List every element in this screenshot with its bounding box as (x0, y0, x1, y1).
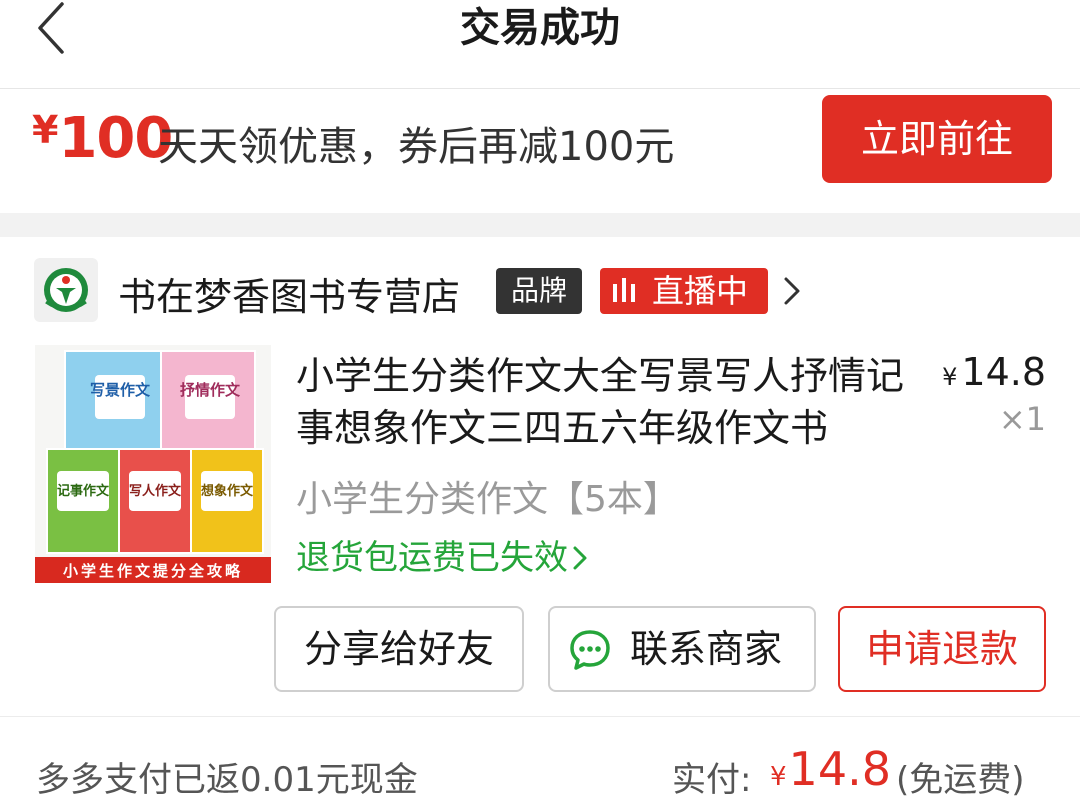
divider (0, 716, 1080, 717)
promo-currency: ¥ (32, 108, 59, 152)
refund-shipping-notice[interactable]: 退货包运费已失效 (296, 530, 588, 579)
paid-amount-value: 14.8 (788, 742, 891, 796)
paid-currency: ¥ (770, 762, 787, 792)
book-title: 写人作文 (129, 483, 182, 499)
store-logo[interactable] (34, 258, 98, 322)
chat-icon (570, 630, 610, 670)
live-badge[interactable]: 直播中 (600, 268, 768, 314)
price-currency: ¥ (942, 363, 958, 391)
live-badge-label: 直播中 (652, 272, 749, 310)
book-title: 想象作文 (201, 483, 254, 499)
promo-amount: ¥100 (32, 106, 173, 171)
shipping-note: (免运费) (896, 760, 1025, 800)
product-quantity: ×1 (998, 400, 1046, 438)
chevron-right-icon[interactable] (782, 276, 802, 306)
product-thumbnail: 写景作文 抒情作文 记事作文 写人作文 想象作文 小学生作文提分全攻略 (35, 345, 271, 583)
price-value: 14.8 (961, 350, 1046, 394)
request-refund-button[interactable]: 申请退款 (838, 606, 1046, 692)
live-bars-icon (613, 278, 635, 302)
store-name[interactable]: 书在梦香图书专营店 (118, 266, 460, 321)
page-title: 交易成功 (460, 5, 620, 51)
section-divider (0, 213, 1080, 237)
paid-label: 实付: (672, 760, 752, 800)
contact-seller-button[interactable]: 联系商家 (548, 606, 816, 692)
brand-badge: 品牌 (496, 268, 582, 314)
promo-text: 天天领优惠，券后再减100元 (158, 124, 675, 170)
go-now-button[interactable]: 立即前往 (822, 95, 1052, 183)
book-title: 抒情作文 (180, 381, 241, 399)
product-price: ¥14.8 (940, 350, 1046, 394)
product-spec: 小学生分类作文【5本】 (296, 479, 679, 520)
refund-shipping-notice-label: 退货包运费已失效 (296, 538, 568, 578)
share-button[interactable]: 分享给好友 (274, 606, 524, 692)
product-image[interactable]: 写景作文 抒情作文 记事作文 写人作文 想象作文 小学生作文提分全攻略 (35, 345, 271, 583)
promo-amount-value: 100 (58, 106, 173, 171)
store-logo-icon (44, 268, 88, 312)
book-title: 记事作文 (57, 483, 110, 499)
product-title[interactable]: 小学生分类作文大全写景写人抒情记事想象作文三四五六年级作文书 (296, 350, 916, 454)
cashback-text: 多多支付已返0.01元现金 (36, 760, 418, 800)
top-bar: 交易成功 (0, 0, 1080, 89)
contact-seller-label: 联系商家 (630, 627, 783, 671)
paid-amount: ¥14.8 (770, 742, 891, 796)
chevron-right-icon (573, 546, 587, 570)
product-banner-text: 小学生作文提分全攻略 (63, 562, 243, 580)
book-title: 写景作文 (90, 381, 151, 399)
